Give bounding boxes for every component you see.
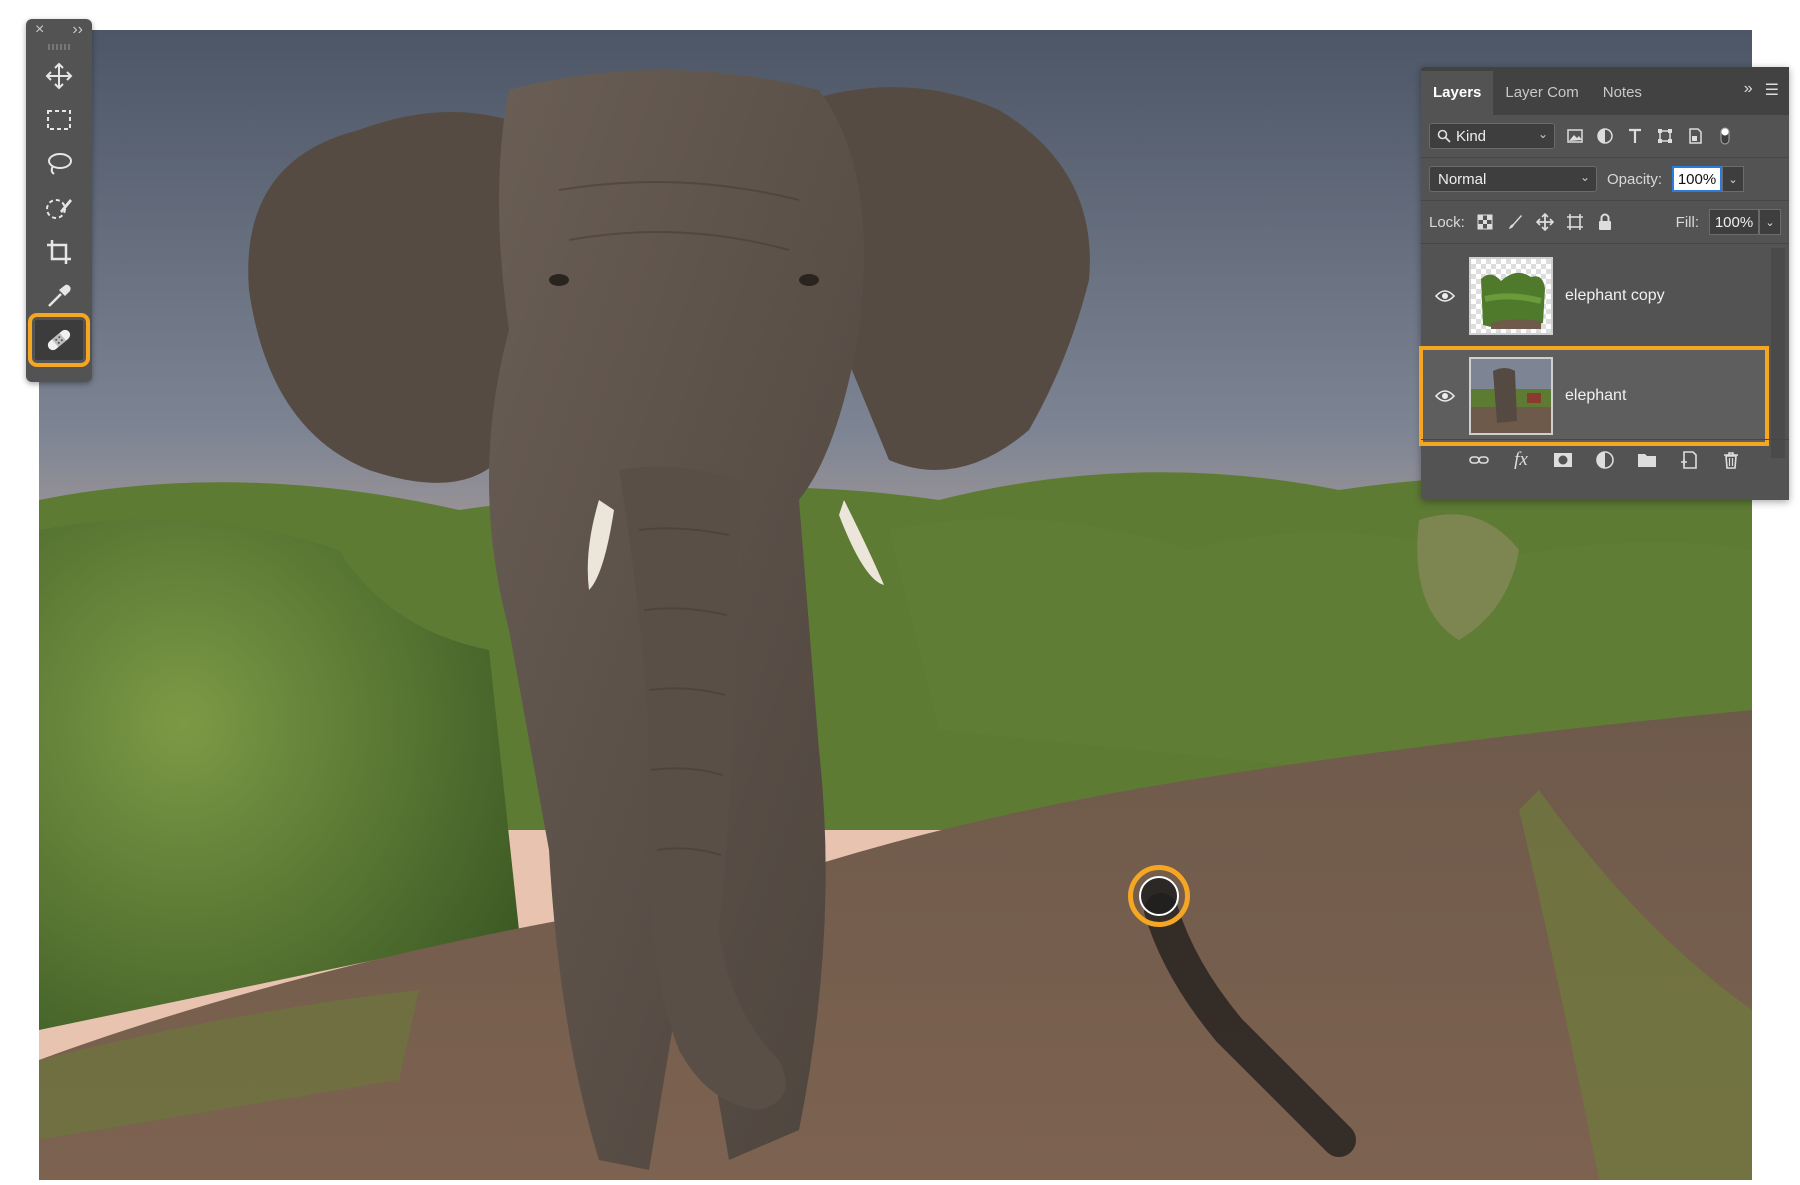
fill-dropdown-button[interactable]: ⌄ xyxy=(1759,209,1781,235)
link-icon[interactable] xyxy=(1467,448,1491,472)
opacity-label: Opacity: xyxy=(1607,170,1663,188)
lasso-tool[interactable] xyxy=(35,144,83,184)
search-icon xyxy=(1437,129,1451,143)
tab-layers[interactable]: Layers xyxy=(1421,71,1494,115)
tools-panel-header: × ›› xyxy=(26,19,92,41)
panel-menu-icon[interactable]: ☰ xyxy=(1765,80,1779,100)
blend-mode-value: Normal xyxy=(1438,170,1487,188)
filter-shape-icon[interactable] xyxy=(1655,126,1675,146)
crop-icon xyxy=(47,240,71,264)
tools-panel: × ›› xyxy=(26,19,92,382)
trash-icon[interactable] xyxy=(1719,448,1743,472)
visibility-eye-icon[interactable] xyxy=(1421,289,1469,303)
lock-all-icon[interactable] xyxy=(1595,212,1615,232)
marquee-tool[interactable] xyxy=(35,100,83,140)
fill-label: Fill: xyxy=(1675,213,1699,231)
lasso-icon xyxy=(48,153,72,175)
layers-panel: Layers Layer Com Notes » ☰ Kind ⌄ Normal… xyxy=(1419,67,1789,500)
filter-adjustment-icon[interactable] xyxy=(1595,126,1615,146)
chevron-down-icon: ⌄ xyxy=(1579,170,1590,184)
crop-tool[interactable] xyxy=(35,232,83,272)
opacity-input[interactable]: 100% xyxy=(1672,166,1723,192)
quick-selection-tool[interactable] xyxy=(35,188,83,228)
opacity-dropdown-button[interactable]: ⌄ xyxy=(1722,166,1745,192)
layer-row-elephant[interactable]: elephant xyxy=(1419,346,1769,446)
fx-icon[interactable]: fx xyxy=(1509,448,1533,472)
panel-grip[interactable] xyxy=(48,44,70,50)
collapse-panel-icon[interactable]: » xyxy=(1744,80,1753,100)
fill-input[interactable]: 100% xyxy=(1709,209,1759,235)
blend-row: Normal ⌄ Opacity: 100% ⌄ xyxy=(1421,158,1789,201)
lock-row: Lock: Fill: 100% ⌄ xyxy=(1421,201,1789,244)
layers-panel-footer: fx xyxy=(1421,439,1789,480)
lock-position-icon[interactable] xyxy=(1535,212,1555,232)
tab-layer-comps[interactable]: Layer Com xyxy=(1493,71,1590,115)
panel-tabs: Layers Layer Com Notes » ☰ xyxy=(1421,67,1789,115)
layer-name: elephant copy xyxy=(1565,287,1665,304)
layer-row-elephant-copy[interactable]: elephant copy xyxy=(1421,248,1767,344)
layer-thumbnail xyxy=(1469,257,1553,335)
lock-label: Lock: xyxy=(1429,213,1465,231)
filter-type-icon[interactable] xyxy=(1625,126,1645,146)
collapse-icon[interactable]: ›› xyxy=(72,21,83,39)
eyedropper-icon xyxy=(48,284,71,307)
move-tool[interactable] xyxy=(35,56,83,96)
filter-kind-label: Kind xyxy=(1456,127,1487,145)
layer-thumbnail xyxy=(1469,357,1553,435)
chevron-down-icon: ⌄ xyxy=(1537,127,1548,141)
layer-filter-row: Kind ⌄ xyxy=(1421,115,1789,158)
adjustment-icon[interactable] xyxy=(1593,448,1617,472)
blend-mode-select[interactable]: Normal ⌄ xyxy=(1429,166,1597,192)
visibility-eye-icon[interactable] xyxy=(1421,389,1469,403)
lock-artboard-icon[interactable] xyxy=(1565,212,1585,232)
bandage-icon xyxy=(47,329,71,351)
lock-image-pixels-icon[interactable] xyxy=(1505,212,1525,232)
eyedropper-tool[interactable] xyxy=(35,276,83,316)
filter-pixel-icon[interactable] xyxy=(1565,126,1585,146)
layer-name: elephant xyxy=(1565,387,1627,404)
filter-smart-object-icon[interactable] xyxy=(1685,126,1705,146)
tab-notes[interactable]: Notes xyxy=(1591,71,1654,115)
healing-brush-tool[interactable] xyxy=(28,313,90,367)
lock-transparent-pixels-icon[interactable] xyxy=(1475,212,1495,232)
layers-scrollbar[interactable] xyxy=(1771,248,1785,458)
filter-toggle-icon[interactable] xyxy=(1715,126,1735,146)
new-layer-icon[interactable] xyxy=(1677,448,1701,472)
filter-kind-select[interactable]: Kind ⌄ xyxy=(1429,123,1555,149)
close-icon[interactable]: × xyxy=(35,21,44,39)
move-icon xyxy=(45,62,73,90)
brush-tip xyxy=(1139,876,1179,916)
mask-icon[interactable] xyxy=(1551,448,1575,472)
folder-icon[interactable] xyxy=(1635,448,1659,472)
healing-brush-cursor xyxy=(1128,865,1190,927)
quick-selection-icon xyxy=(46,199,72,219)
rectangle-marquee-icon xyxy=(47,110,71,130)
